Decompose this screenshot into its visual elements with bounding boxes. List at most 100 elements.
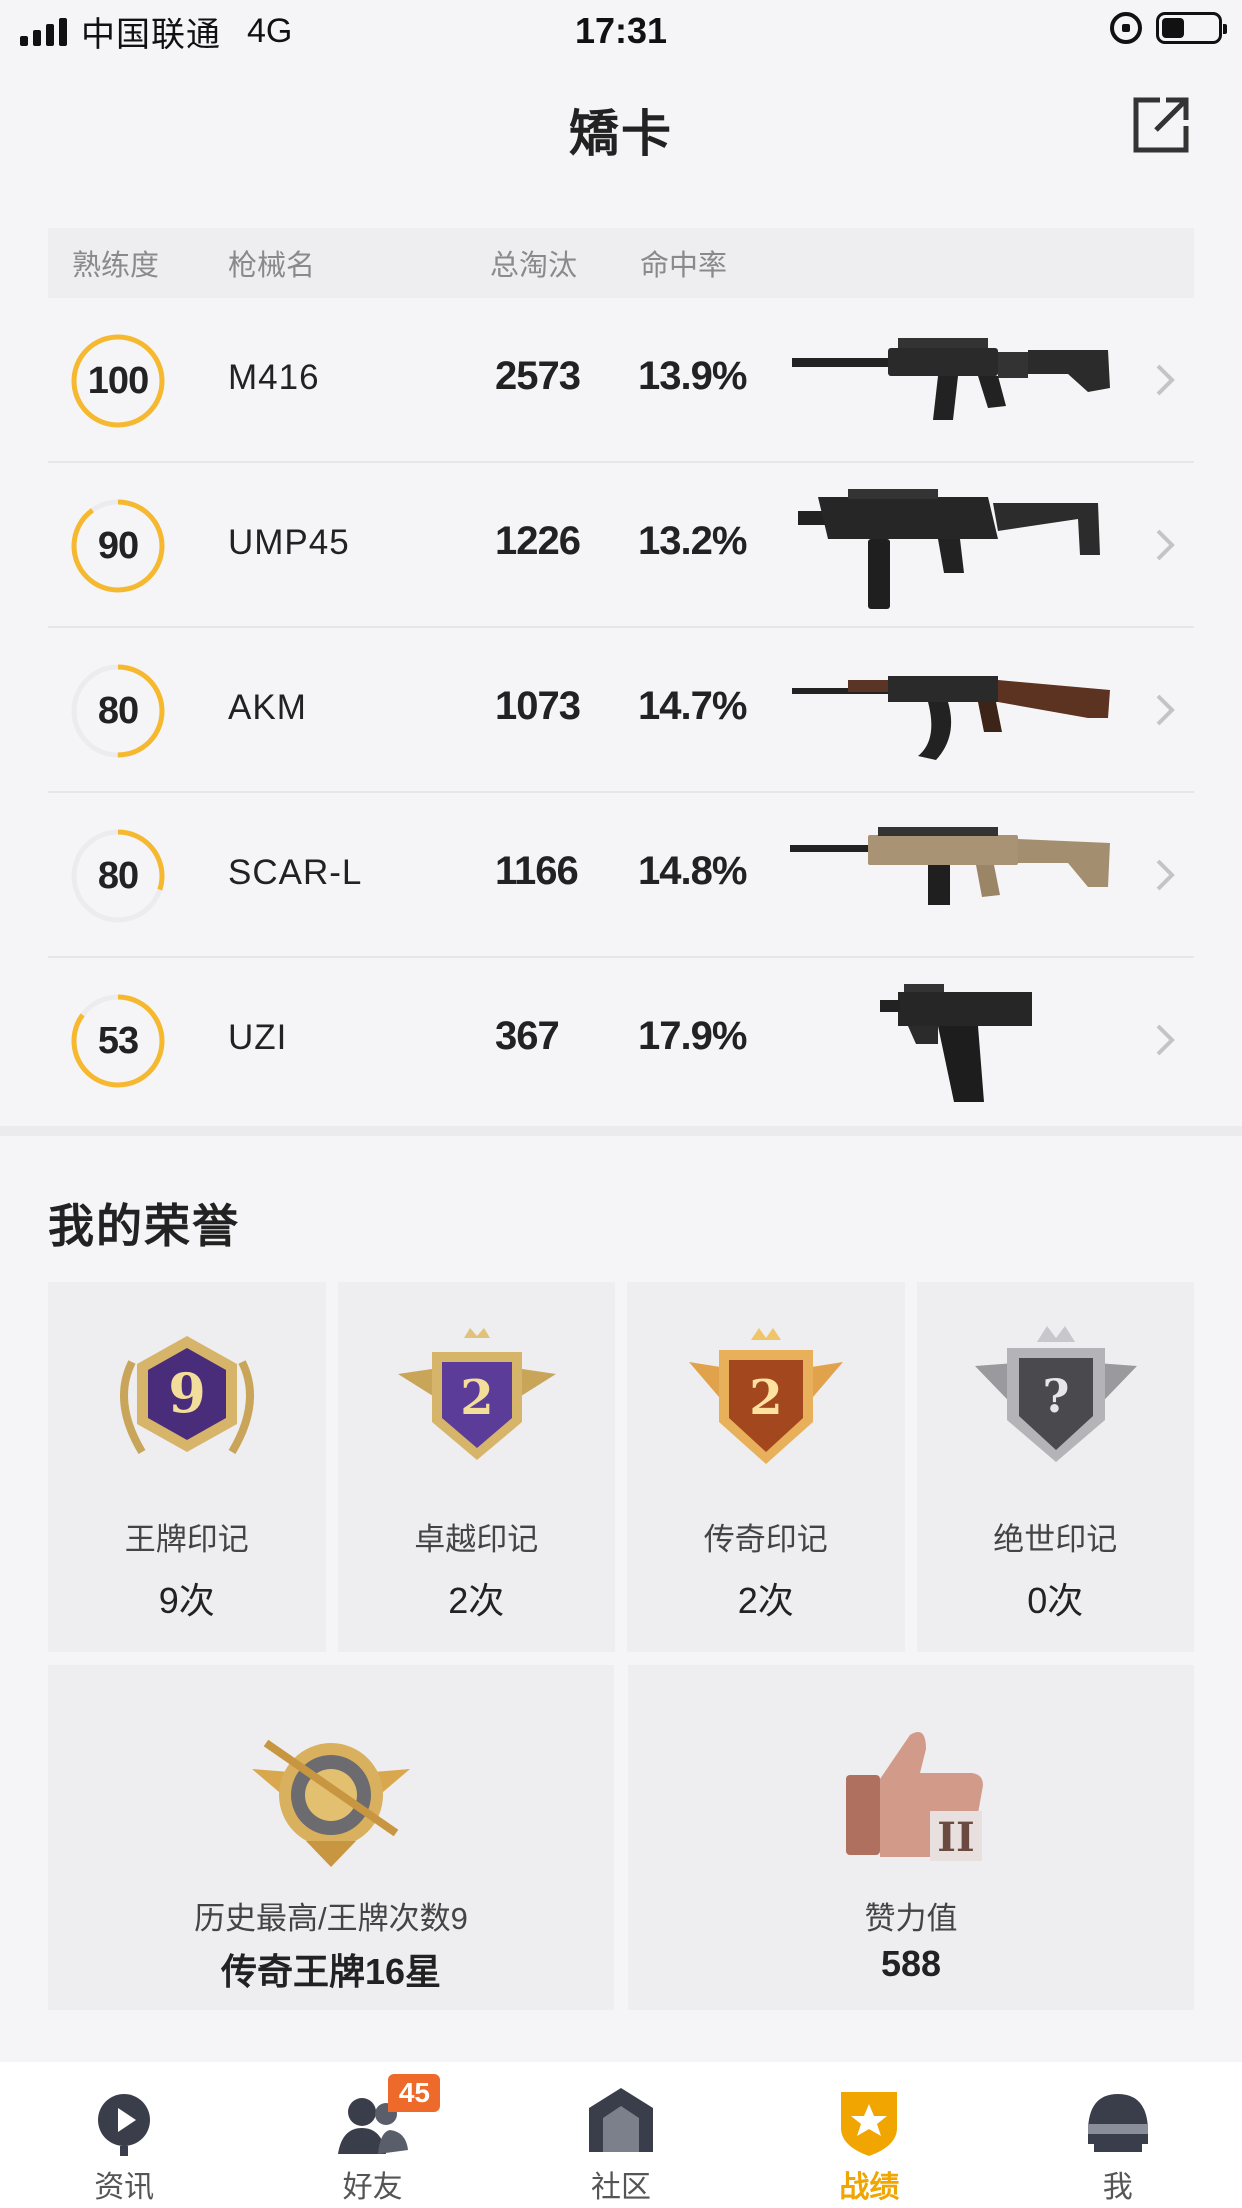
profile-helmet-icon	[1087, 2094, 1148, 2152]
friend-request-badge: 45	[388, 2074, 441, 2112]
chevron-right-icon	[1156, 364, 1175, 396]
column-hit-rate: 命中率	[640, 250, 728, 282]
svg-text:?: ?	[1042, 1369, 1069, 1423]
weapon-kills: 1166	[495, 849, 579, 893]
praise-value-label: 赞力值	[864, 1901, 958, 1936]
chevron-right-icon	[1156, 859, 1175, 891]
proficiency-value: 53	[97, 1020, 139, 1062]
svg-text:9: 9	[168, 1361, 206, 1425]
battery-icon	[1156, 12, 1227, 44]
community-icon	[588, 2088, 653, 2152]
weapon-name: UMP45	[228, 523, 350, 562]
honor-name: 王牌印记	[124, 1522, 249, 1557]
bottom-tab-bar: 资讯 45 好友 社区 战绩 我	[0, 2062, 1242, 2208]
column-weapon-name: 枪械名	[228, 250, 316, 282]
tab-label: 我	[1102, 2171, 1133, 2204]
honor-card-ace[interactable]: 9 王牌印记 9次	[48, 1282, 326, 1652]
proficiency-value: 100	[87, 360, 149, 402]
highest-tier-label: 历史最高/王牌次数9	[194, 1901, 468, 1936]
uzi-smg-icon	[880, 984, 1032, 1102]
tab-label: 战绩	[839, 2171, 900, 2204]
tab-community[interactable]: 社区	[497, 2062, 745, 2208]
column-proficiency: 熟练度	[72, 250, 160, 282]
honor-count: 2次	[737, 1580, 794, 1621]
akm-rifle-icon	[792, 676, 1110, 760]
chevron-right-icon	[1156, 1024, 1175, 1056]
column-total-kills: 总淘汰	[490, 250, 578, 282]
share-icon[interactable]	[1130, 94, 1192, 156]
honor-marks-grid: 9 王牌印记 9次 2 卓越印记 2次 2 传奇印记 2次 ? 绝世印记 0次	[48, 1282, 1194, 1652]
section-divider	[0, 1126, 1242, 1136]
proficiency-ring: 80	[70, 828, 166, 924]
tab-profile[interactable]: 我	[994, 2062, 1242, 2208]
praise-value-number: 588	[880, 1943, 942, 1984]
weapon-kills: 1226	[495, 519, 581, 563]
honor-name: 卓越印记	[414, 1522, 539, 1557]
honor-name: 绝世印记	[993, 1522, 1118, 1557]
rotation-lock-icon	[1110, 12, 1142, 44]
honor-summary-grid: 历史最高/王牌次数9 传奇王牌16星 II 赞力值 588	[48, 1665, 1194, 2010]
weapon-row-m416[interactable]: 100 M416 2573 13.9%	[48, 298, 1194, 463]
weapon-hit-rate: 14.8%	[638, 849, 747, 893]
tab-news[interactable]: 资讯	[0, 2062, 248, 2208]
honor-card-legend[interactable]: 2 传奇印记 2次	[627, 1282, 905, 1652]
weapon-name: M416	[228, 358, 320, 397]
proficiency-ring: 90	[70, 498, 166, 594]
status-bar: 中国联通 4G 17:31	[0, 0, 1242, 62]
ace-mark-badge-icon: 9	[120, 1336, 254, 1455]
tab-record[interactable]: 战绩	[745, 2062, 993, 2208]
highest-tier-badge-icon	[252, 1739, 410, 1867]
weapon-row-scar-l[interactable]: 80 SCAR-L 1166 14.8%	[48, 793, 1194, 958]
tab-label: 资讯	[94, 2171, 155, 2204]
weapon-hit-rate: 13.2%	[638, 519, 747, 563]
thumbs-up-badge-icon: II	[846, 1732, 983, 1861]
weapon-table: 熟练度 枪械名 总淘汰 命中率 100 M416 2573 13.9% 90 U…	[48, 228, 1194, 1123]
honor-card-excellence[interactable]: 2 卓越印记 2次	[337, 1282, 615, 1652]
honor-count: 0次	[1027, 1580, 1084, 1621]
svg-text:2: 2	[749, 1370, 782, 1426]
svg-text:2: 2	[460, 1370, 493, 1426]
praise-value-card[interactable]: II 赞力值 588	[628, 1665, 1194, 2010]
page-title: 矯卡	[569, 106, 673, 162]
proficiency-value: 90	[97, 525, 139, 567]
weapon-row-akm[interactable]: 80 AKM 1073 14.7%	[48, 628, 1194, 793]
proficiency-value: 80	[97, 855, 139, 897]
proficiency-value: 80	[97, 690, 139, 732]
svg-text:II: II	[937, 1814, 974, 1861]
honors-section-title: 我的荣誉	[48, 1200, 240, 1252]
ump45-smg-icon	[798, 489, 1100, 609]
weapon-hit-rate: 14.7%	[638, 684, 747, 728]
honor-count: 9次	[158, 1580, 215, 1621]
weapon-hit-rate: 13.9%	[638, 354, 747, 398]
table-header: 熟练度 枪械名 总淘汰 命中率	[48, 228, 1194, 298]
honor-name: 传奇印记	[703, 1522, 828, 1557]
m416-rifle-icon	[792, 338, 1110, 420]
highest-tier-value: 传奇王牌16星	[220, 1951, 442, 1992]
proficiency-ring: 100	[70, 333, 166, 429]
weapon-kills: 1073	[495, 684, 581, 728]
tab-label: 社区	[590, 2171, 651, 2204]
legend-mark-badge-icon: 2	[689, 1328, 843, 1464]
weapon-name: AKM	[228, 688, 307, 727]
scar-l-rifle-icon	[790, 827, 1110, 905]
excellence-mark-badge-icon: 2	[397, 1328, 556, 1460]
news-icon	[98, 2094, 150, 2156]
weapon-row-uzi[interactable]: 53 UZI 367 17.9%	[48, 958, 1194, 1123]
weapon-kills: 367	[495, 1014, 560, 1058]
weapon-hit-rate: 17.9%	[638, 1014, 747, 1058]
highest-tier-card[interactable]: 历史最高/王牌次数9 传奇王牌16星	[48, 1665, 614, 2010]
chevron-right-icon	[1156, 694, 1175, 726]
honor-card-peerless[interactable]: ? 绝世印记 0次	[916, 1282, 1194, 1652]
proficiency-ring: 80	[70, 663, 166, 759]
proficiency-ring: 53	[70, 993, 166, 1089]
honor-count: 2次	[448, 1580, 505, 1621]
page-header: 矯卡	[0, 62, 1242, 192]
weapon-name: SCAR-L	[228, 853, 363, 892]
weapon-row-ump45[interactable]: 90 UMP45 1226 13.2%	[48, 463, 1194, 628]
weapon-kills: 2573	[495, 354, 581, 398]
tab-friends[interactable]: 45 好友	[248, 2062, 496, 2208]
chevron-right-icon	[1156, 529, 1175, 561]
peerless-mark-badge-icon: ?	[974, 1326, 1137, 1462]
tab-label: 好友	[342, 2171, 403, 2204]
status-time: 17:31	[574, 10, 668, 51]
